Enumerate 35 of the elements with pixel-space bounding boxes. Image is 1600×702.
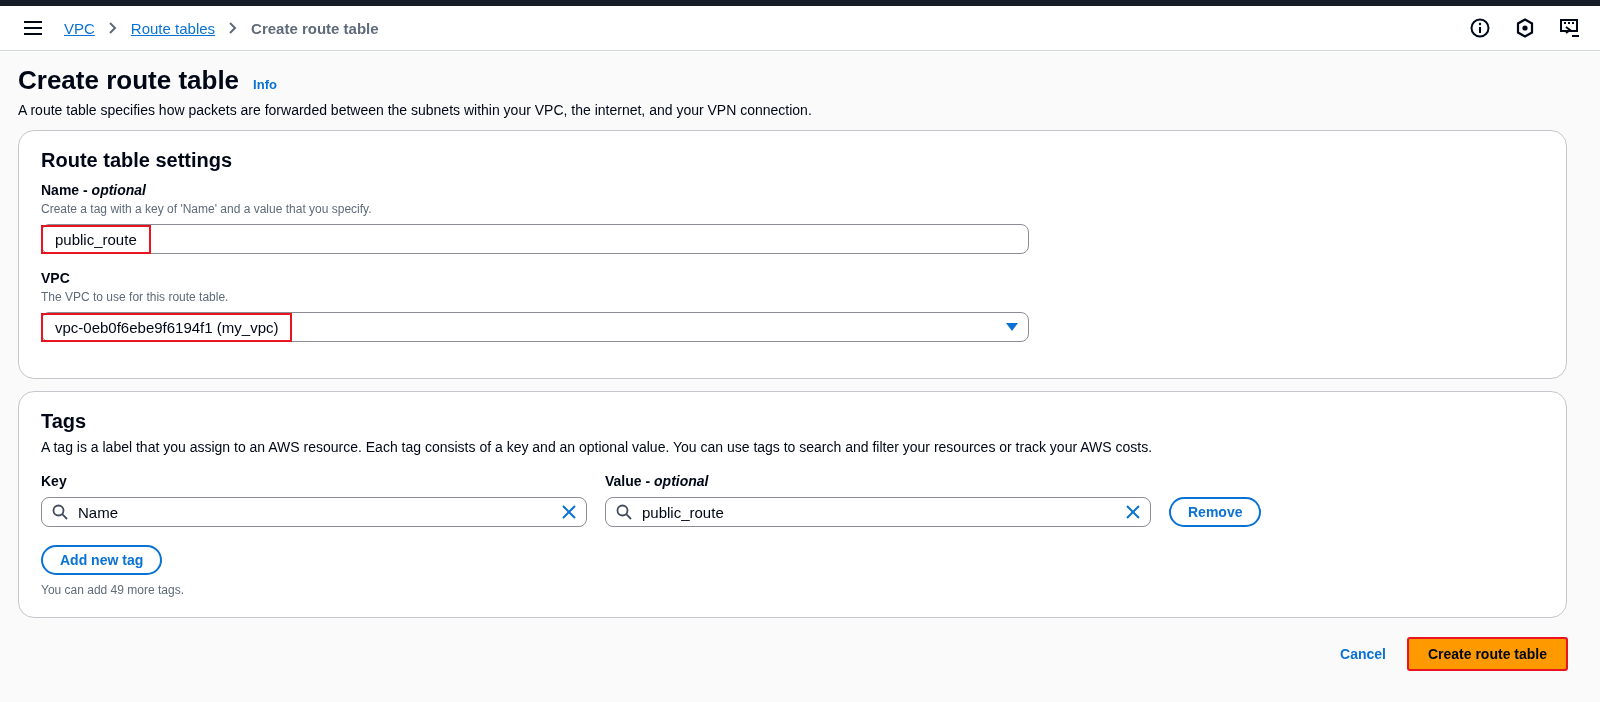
terminal-icon[interactable]	[1560, 18, 1580, 38]
breadcrumb-link[interactable]: Route tables	[130, 19, 216, 37]
menu-icon[interactable]	[24, 21, 42, 35]
section-title: Route table settings	[41, 149, 234, 172]
field-hint: The VPC to use for this route table.	[41, 290, 229, 304]
create-button[interactable]: Create route table	[1407, 638, 1567, 670]
name-input-field[interactable]: public_route	[41, 224, 1029, 254]
remove-button[interactable]: Remove	[1169, 497, 1262, 527]
field-hint: Create a tag with a key of 'Name' and a value that you specify.	[41, 202, 372, 216]
field-label: Key	[41, 473, 67, 489]
clear-icon[interactable]	[562, 505, 576, 519]
info-link[interactable]: Info	[253, 77, 277, 92]
page-title: Create route table	[18, 65, 240, 96]
field-label: VPC	[41, 270, 70, 286]
tag-key-field[interactable]: Name	[41, 497, 587, 527]
clear-icon[interactable]	[1126, 505, 1140, 519]
breadcrumb-link[interactable]: VPC	[64, 19, 95, 37]
vpc-dropdown[interactable]: vpc-0eb0f6ebe9f6194f1 (my_vpc)	[41, 312, 1029, 342]
section-title: Tags	[41, 410, 88, 433]
search-icon	[52, 504, 68, 520]
hexagon-icon[interactable]	[1516, 18, 1534, 38]
tag-value-field[interactable]: public_route	[605, 497, 1151, 527]
add-tag-button[interactable]: Add new tag	[41, 545, 163, 575]
page-description: A route table specifies how packets are forwarded between the subnets within your VPC, the internet, and your VPN connection.	[18, 102, 813, 118]
breadcrumb-current: Create route table	[251, 19, 379, 37]
field-label: Name - optional	[41, 182, 146, 198]
chevron-right-icon	[229, 22, 238, 34]
cancel-link[interactable]: Cancel	[1340, 646, 1386, 662]
section-description: A tag is a label that you assign to an AWS resource. Each tag consists of a key and an optional value. You can use tags to search and filter your resources or track your AWS costs.	[41, 439, 1154, 455]
caret-down-icon	[1006, 323, 1018, 331]
info-icon[interactable]	[1470, 18, 1490, 38]
tag-limit-note: You can add 49 more tags.	[41, 583, 185, 597]
search-icon	[616, 504, 632, 520]
field-label: Value - optional	[605, 473, 709, 489]
chevron-right-icon	[108, 22, 117, 34]
